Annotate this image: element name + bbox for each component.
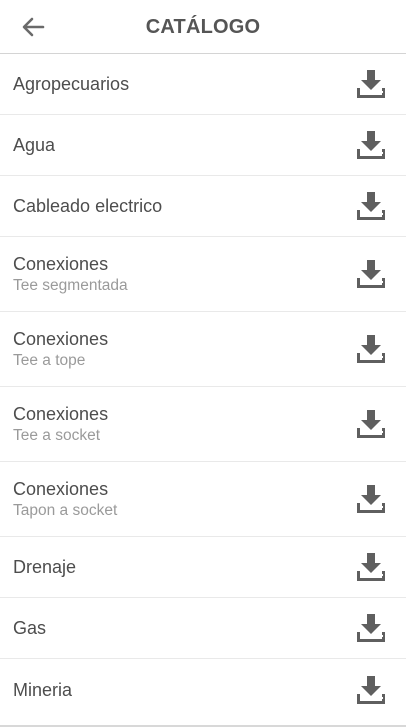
catalog-item-title: Mineria: [13, 679, 73, 700]
catalog-item-subtitle: Tapon a socket: [13, 502, 118, 519]
catalog-item-title: Cableado electrico: [13, 196, 163, 216]
download-button[interactable]: [356, 675, 386, 705]
download-button[interactable]: [356, 484, 386, 514]
catalog-list: Agropecuarios Agua Cableado electrico Co…: [0, 54, 406, 720]
catalog-item-title: Agropecuarios: [13, 74, 130, 94]
catalog-item-title: Conexiones: [13, 404, 109, 424]
catalog-item-subtitle: Tee a tope: [13, 352, 86, 369]
catalog-item[interactable]: Conexiones Tapon a socket: [0, 462, 406, 537]
catalog-item[interactable]: Mineria: [0, 659, 406, 720]
download-button[interactable]: [356, 409, 386, 439]
download-button[interactable]: [356, 130, 386, 160]
catalog-item[interactable]: Gas: [0, 598, 406, 659]
page-title: CATÁLOGO: [145, 16, 261, 38]
download-icon: [357, 192, 385, 220]
catalog-item[interactable]: Conexiones Tee a socket: [0, 387, 406, 462]
catalog-item-subtitle: Tee a socket: [13, 427, 101, 444]
download-icon: [357, 335, 385, 363]
download-icon: [357, 410, 385, 438]
catalog-item[interactable]: Conexiones Tee segmentada: [0, 237, 406, 312]
catalog-item[interactable]: Drenaje: [0, 537, 406, 598]
download-icon: [357, 70, 385, 98]
catalog-item[interactable]: Agropecuarios: [0, 54, 406, 115]
download-icon: [357, 485, 385, 513]
download-icon: [357, 614, 385, 642]
download-icon: [357, 675, 385, 704]
catalog-item-title: Drenaje: [13, 557, 77, 577]
catalog-item-title: Conexiones: [13, 254, 109, 274]
download-icon: [357, 553, 385, 581]
download-button[interactable]: [356, 69, 386, 99]
download-icon: [357, 131, 385, 159]
catalog-item[interactable]: Agua: [0, 115, 406, 176]
catalog-item-title: Conexiones: [13, 329, 109, 349]
catalog-item-title: Gas: [13, 618, 47, 638]
catalog-item-title: Conexiones: [13, 479, 109, 499]
catalog-item-subtitle: Tee segmentada: [13, 277, 128, 294]
catalog-item-title: Agua: [13, 135, 56, 155]
download-button[interactable]: [356, 552, 386, 582]
catalog-item[interactable]: Conexiones Tee a tope: [0, 312, 406, 387]
download-button[interactable]: [356, 259, 386, 289]
download-button[interactable]: [356, 334, 386, 364]
download-icon: [357, 260, 385, 288]
top-app-bar: CATÁLOGO: [0, 0, 406, 54]
download-button[interactable]: [356, 191, 386, 221]
catalog-item[interactable]: Cableado electrico: [0, 176, 406, 237]
download-button[interactable]: [356, 613, 386, 643]
